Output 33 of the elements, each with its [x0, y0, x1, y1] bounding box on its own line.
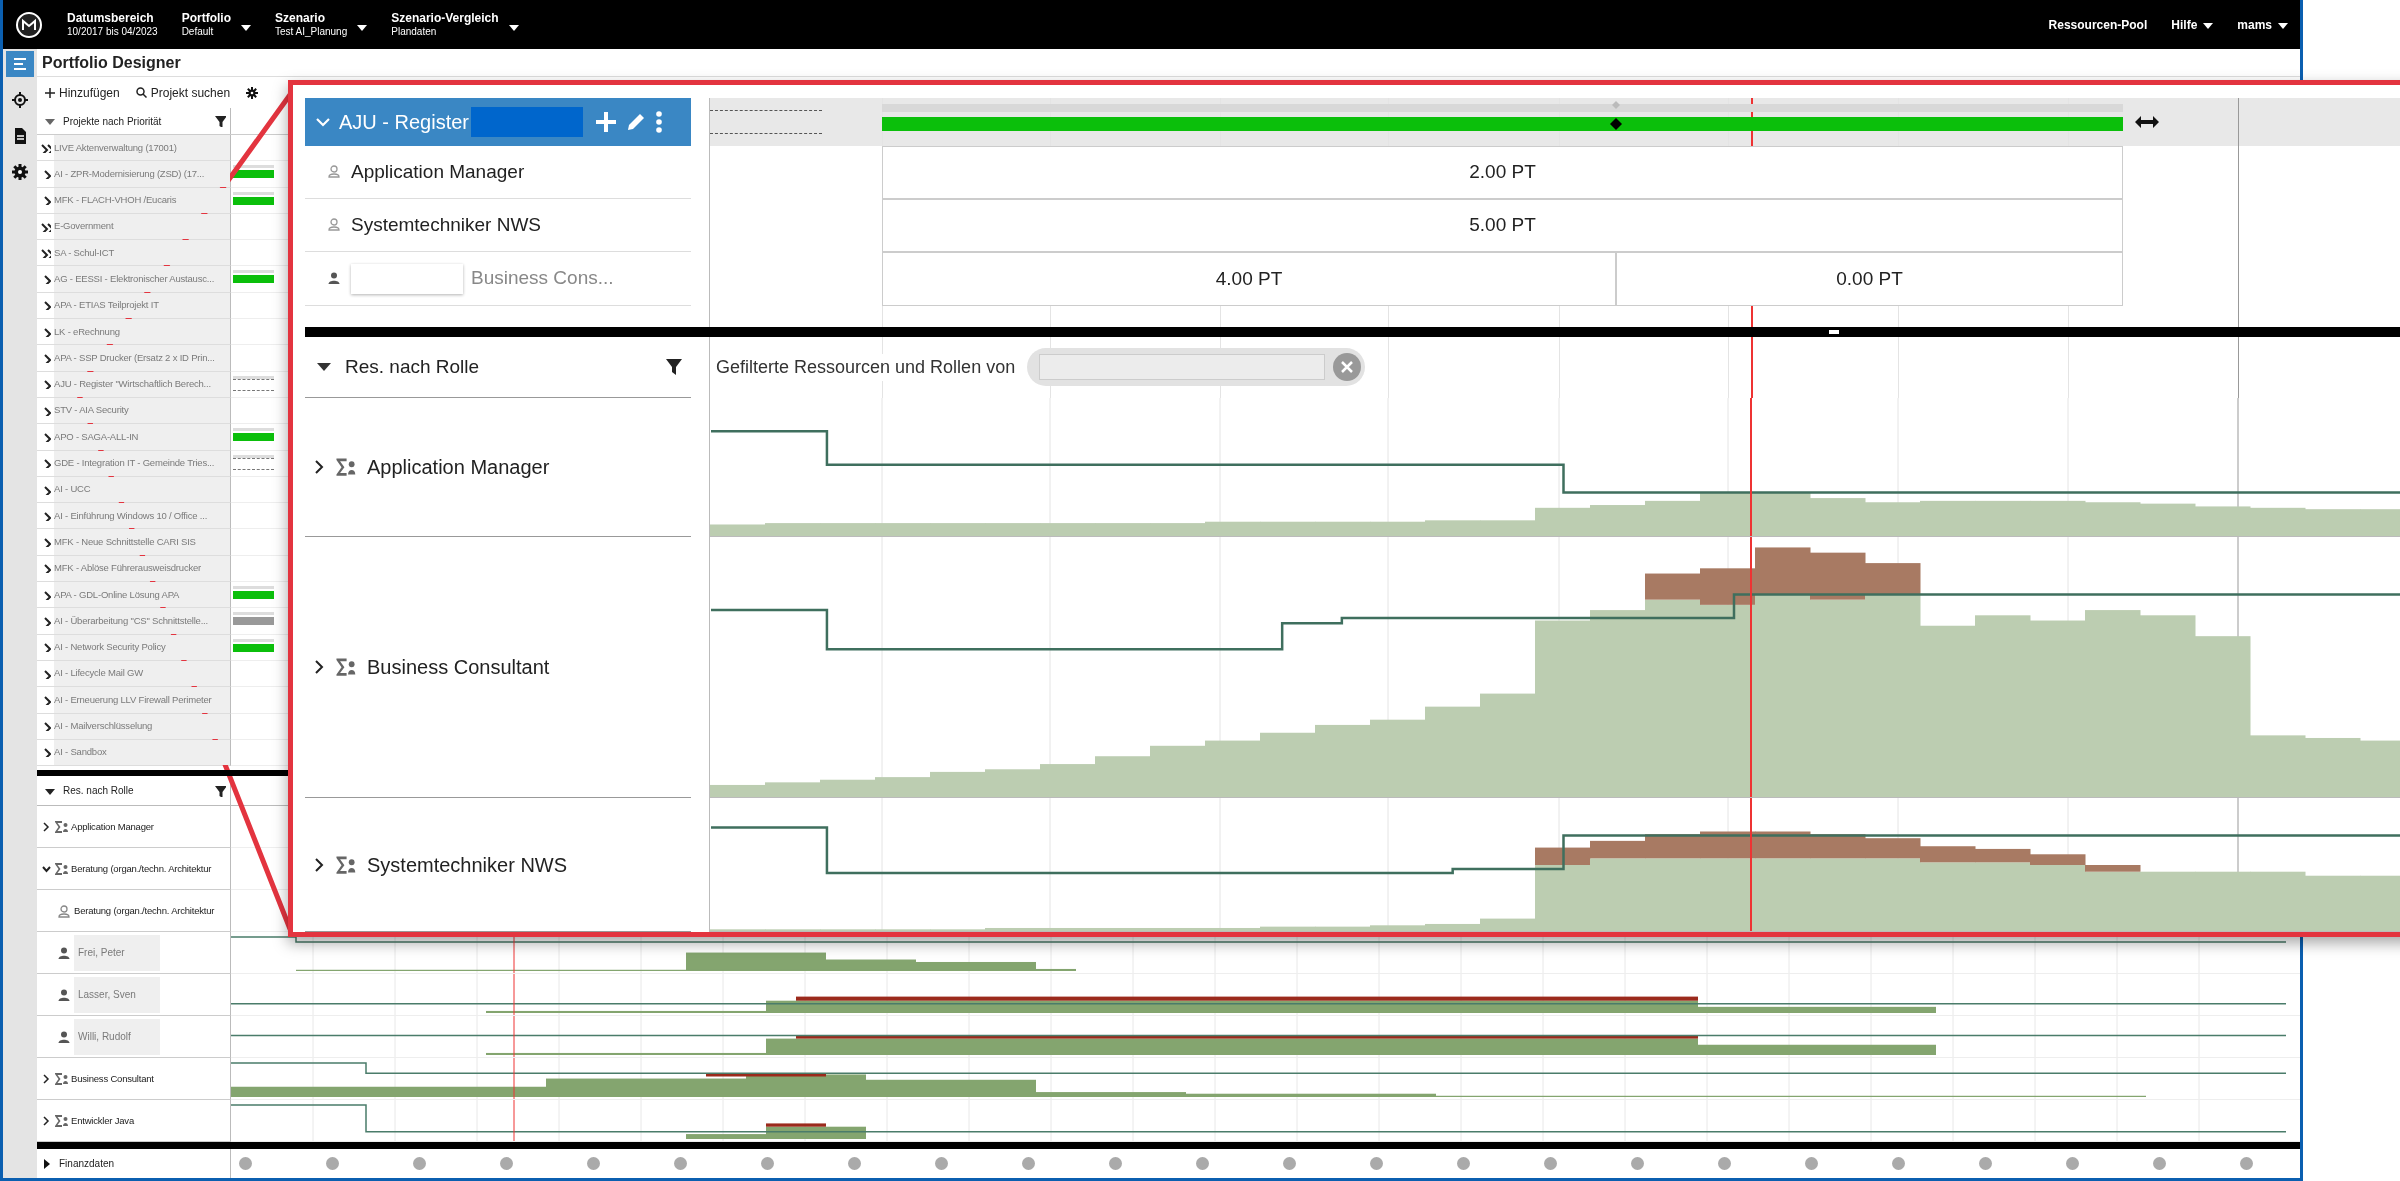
resource-row[interactable]: Business Consultant [37, 1058, 231, 1101]
assignment-row[interactable]: Systemtechniker NWS [305, 199, 691, 253]
add-button[interactable]: Hinzufügen [45, 83, 120, 102]
search-button[interactable]: Projekt suchen [135, 83, 231, 102]
effort-cell[interactable]: 0.00 PT [1616, 252, 2123, 306]
resource-row[interactable]: Beratung (organ./techn. Architektur [37, 890, 231, 933]
effort-cell[interactable]: 5.00 PT [882, 199, 2123, 253]
list-header: Projekte nach Priorität [37, 108, 231, 134]
top-menu[interactable]: Datumsbereich 10/2017 bis 04/2023 [67, 10, 158, 39]
list-header: Res. nach Rolle [37, 776, 231, 806]
effort-cell[interactable]: 4.00 PT [882, 252, 1616, 306]
assignment-row[interactable]: Business Cons... [305, 252, 691, 306]
effort-cell[interactable]: 2.00 PT [882, 145, 2123, 199]
top-menu[interactable]: Portfolio Default [181, 10, 251, 39]
resource-row[interactable]: Beratung (organ./techn. Architektur [37, 848, 231, 891]
finance-toggle[interactable]: Finanzdaten [37, 1149, 231, 1178]
resource-row[interactable]: Systemtechniker NWS [305, 798, 691, 933]
top-menu[interactable]: mams [2237, 15, 2288, 34]
project-header[interactable]: AJU - Register [305, 98, 691, 146]
page-title: Portfolio Designer [37, 49, 2300, 77]
assignment-row[interactable]: Application Manager [305, 145, 691, 199]
resource-row[interactable]: Application Manager [37, 806, 231, 849]
filter-label: Gefilterte Ressourcen und Rollen von [716, 353, 1016, 381]
resource-row[interactable]: Frei, Peter [37, 932, 231, 975]
top-menu[interactable]: Szenario Test AI_Planung [274, 10, 368, 39]
top-menu[interactable]: Szenario-Vergleich Plandaten [391, 10, 519, 39]
top-menu[interactable]: Hilfe [2171, 15, 2214, 34]
resource-row[interactable]: Application Manager [305, 398, 691, 538]
list-header: Res. nach Rolle [305, 336, 691, 399]
resource-row[interactable]: Lasser, Sven [37, 974, 231, 1017]
resource-row[interactable]: Business Consultant [305, 537, 691, 799]
resource-row[interactable]: Willi, Rudolf [37, 1016, 231, 1059]
top-menu[interactable]: Ressourcen-Pool [2048, 15, 2148, 34]
